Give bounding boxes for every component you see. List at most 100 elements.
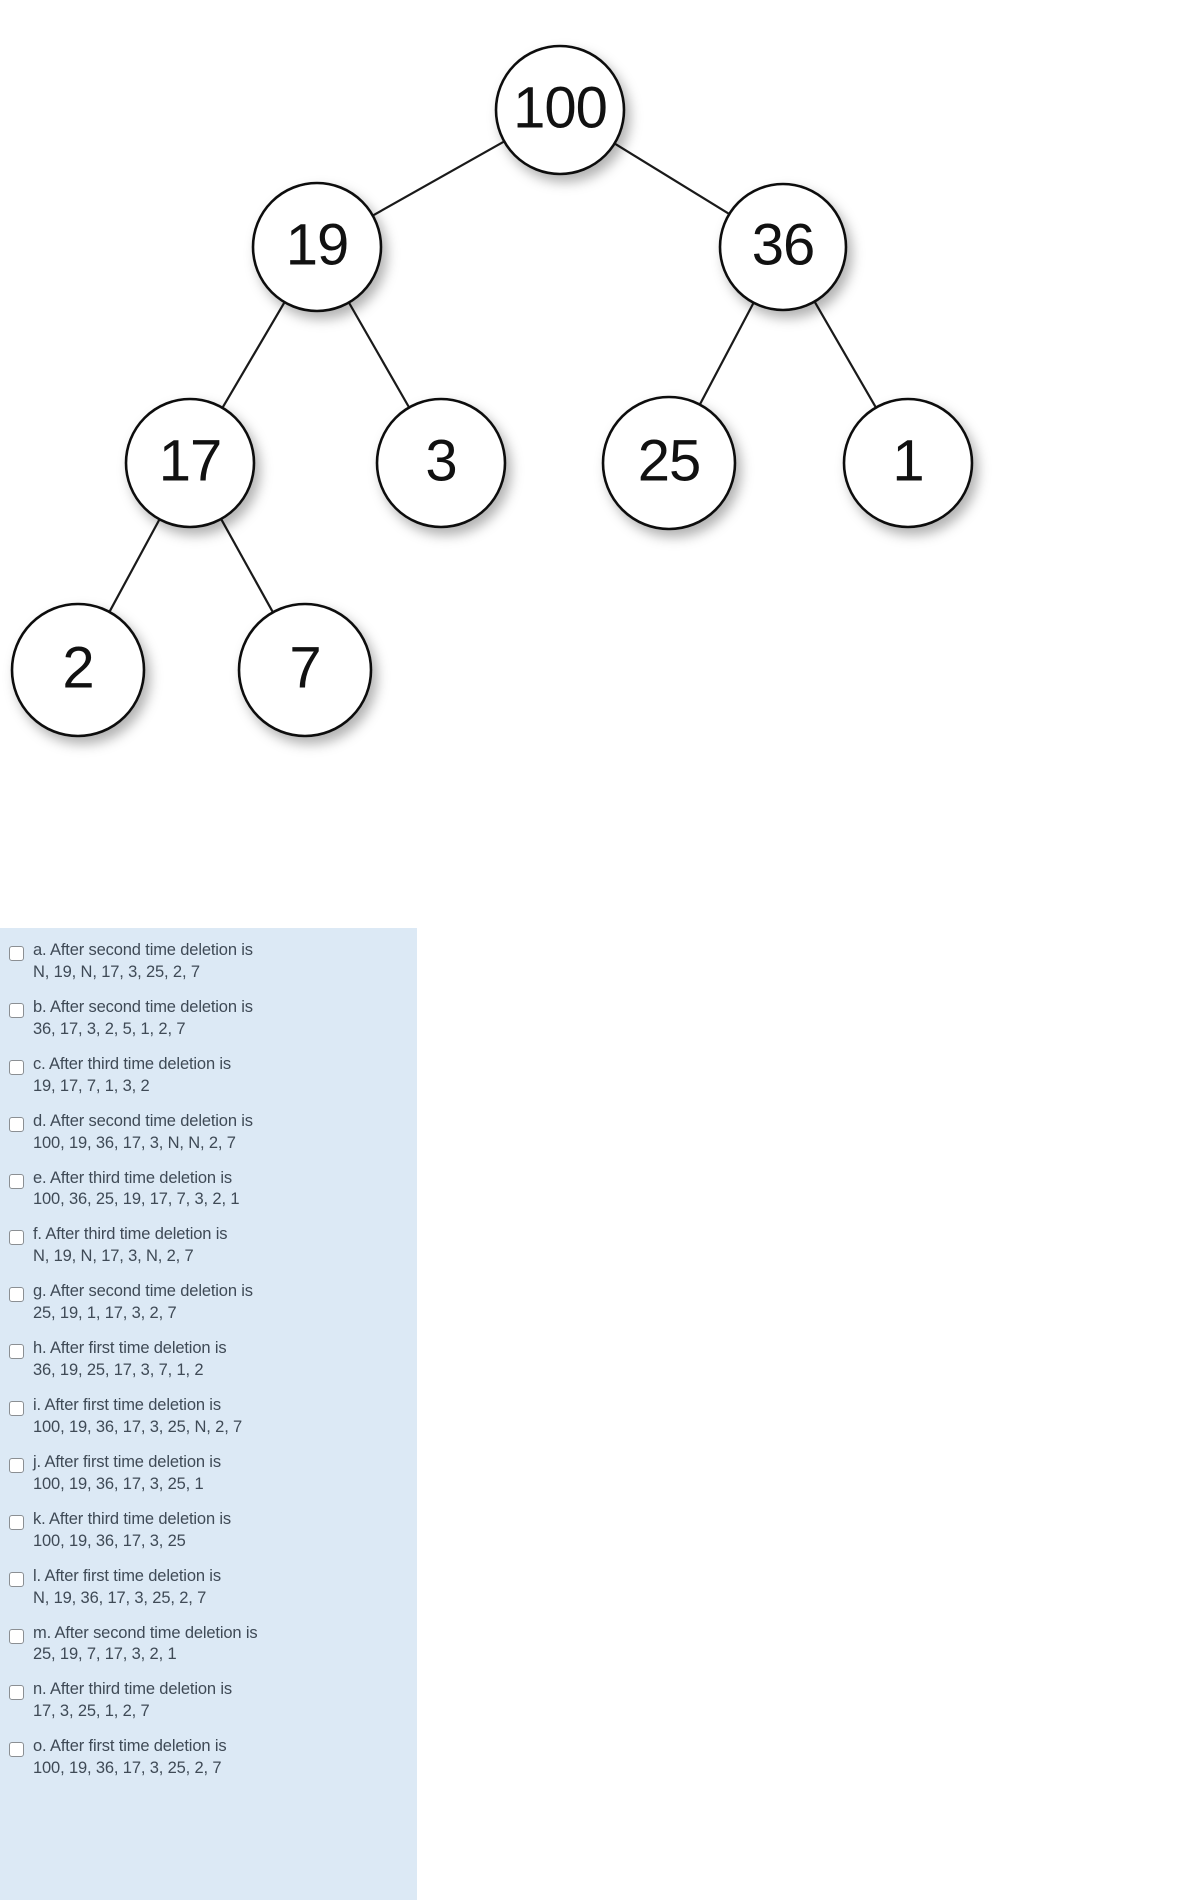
option-label-l: l. After first time deletion is (33, 1566, 221, 1585)
checkbox-option-e[interactable] (9, 1173, 24, 1189)
option-row-e[interactable]: e. After third time deletion is 100, 36, … (0, 1168, 417, 1212)
tree-node-3: 3 (375, 397, 507, 529)
option-label-o: o. After first time deletion is (33, 1737, 227, 1756)
option-label-m: m. After second time deletion is (33, 1623, 258, 1642)
option-row-b[interactable]: b. After second time deletion is 36, 17, … (0, 997, 417, 1041)
option-label-j: j. After first time deletion is (33, 1452, 221, 1471)
option-sequence-k: 100, 19, 36, 17, 3, 25 (33, 1531, 186, 1550)
tree-edge-17-2 (107, 517, 161, 614)
option-sequence-f: N, 19, N, 17, 3, N, 2, 7 (33, 1247, 194, 1266)
checkbox-option-m[interactable] (9, 1628, 24, 1644)
option-sequence-g: 25, 19, 1, 17, 3, 2, 7 (33, 1304, 177, 1323)
option-row-c[interactable]: c. After third time deletion is 19, 17, 7… (0, 1054, 417, 1098)
option-text-d: d. After second time deletion is 100, 19,… (33, 1111, 407, 1155)
tree-node-label: 25 (638, 428, 701, 493)
option-sequence-b: 36, 17, 3, 2, 5, 1, 2, 7 (33, 1019, 186, 1038)
option-text-g: g. After second time deletion is 25, 19, … (33, 1281, 407, 1325)
binary-tree-svg: 100 19 36 17 3 25 1 2 7 (10, 44, 974, 738)
checkbox-option-b[interactable] (9, 1002, 24, 1018)
option-sequence-m: 25, 19, 7, 17, 3, 2, 1 (33, 1645, 177, 1664)
checkbox-option-k[interactable] (9, 1514, 24, 1530)
option-label-d: d. After second time deletion is (33, 1111, 253, 1130)
checkbox-option-a[interactable] (9, 946, 24, 961)
option-sequence-o: 100, 19, 36, 17, 3, 25, 2, 7 (33, 1759, 222, 1778)
option-row-a[interactable]: a. After second time deletion is N, 19, N… (0, 940, 417, 984)
tree-edge-19-3 (347, 301, 411, 409)
tree-node-7: 7 (237, 602, 373, 738)
tree-edge-19-17 (220, 300, 287, 410)
tree-edge-36-25 (698, 301, 756, 407)
answer-options-panel: a. After second time deletion is N, 19, N… (0, 928, 417, 1900)
option-row-n[interactable]: n. After third time deletion is 17, 3, 25… (0, 1679, 417, 1723)
tree-node-label: 3 (425, 428, 456, 493)
option-sequence-a: N, 19, N, 17, 3, 25, 2, 7 (33, 962, 200, 981)
checkbox-option-d[interactable] (9, 1116, 24, 1132)
tree-node-25: 25 (601, 395, 737, 531)
option-label-c: c. After third time deletion is (33, 1054, 232, 1073)
tree-edge-100-36 (613, 142, 731, 216)
tree-node-17: 17 (124, 397, 256, 529)
tree-node-1: 1 (842, 397, 974, 529)
checkbox-option-c[interactable] (9, 1059, 24, 1075)
option-sequence-i: 100, 19, 36, 17, 3, 25, N, 2, 7 (33, 1417, 243, 1436)
option-row-l[interactable]: l. After first time deletion is N, 19, 36… (0, 1566, 417, 1610)
tree-node-label: 100 (513, 75, 607, 140)
checkbox-option-g[interactable] (9, 1287, 24, 1303)
tree-node-label: 19 (286, 212, 349, 277)
option-row-m[interactable]: m. After second time deletion is 25, 19, … (0, 1623, 417, 1667)
tree-node-label: 2 (62, 635, 93, 700)
option-label-a: a. After second time deletion is (33, 941, 253, 959)
tree-edge-100-19 (371, 139, 506, 218)
option-sequence-l: N, 19, 36, 17, 3, 25, 2, 7 (33, 1588, 207, 1607)
checkbox-option-n[interactable] (9, 1685, 24, 1701)
option-text-h: h. After first time deletion is 36, 19, 2… (33, 1338, 407, 1382)
option-row-k[interactable]: k. After third time deletion is 100, 19, … (0, 1509, 417, 1553)
option-sequence-e: 100, 36, 25, 19, 17, 7, 3, 2, 1 (33, 1190, 240, 1209)
option-text-j: j. After first time deletion is 100, 19, … (33, 1452, 407, 1496)
option-sequence-n: 17, 3, 25, 1, 2, 7 (33, 1702, 150, 1721)
option-text-a: a. After second time deletion is N, 19, N… (33, 940, 407, 984)
option-sequence-j: 100, 19, 36, 17, 3, 25, 1 (33, 1474, 204, 1493)
option-row-f[interactable]: f. After third time deletion is N, 19, N,… (0, 1224, 417, 1268)
option-row-h[interactable]: h. After first time deletion is 36, 19, 2… (0, 1338, 417, 1382)
option-row-o[interactable]: o. After first time deletion is 100, 19, … (0, 1736, 417, 1780)
option-text-f: f. After third time deletion is N, 19, N,… (33, 1224, 407, 1268)
option-label-i: i. After first time deletion is (33, 1396, 221, 1414)
checkbox-option-h[interactable] (9, 1344, 24, 1360)
option-text-l: l. After first time deletion is N, 19, 36… (33, 1566, 407, 1610)
tree-node-36: 36 (718, 182, 848, 312)
option-row-d[interactable]: d. After second time deletion is 100, 19,… (0, 1111, 417, 1155)
checkbox-option-l[interactable] (9, 1571, 24, 1587)
option-text-k: k. After third time deletion is 100, 19, … (33, 1509, 407, 1553)
option-text-b: b. After second time deletion is 36, 17, … (33, 997, 407, 1041)
option-sequence-d: 100, 19, 36, 17, 3, N, N, 2, 7 (33, 1133, 236, 1152)
checkbox-option-i[interactable] (9, 1401, 24, 1416)
option-label-n: n. After third time deletion is (33, 1680, 232, 1699)
option-label-b: b. After second time deletion is (33, 997, 253, 1016)
option-label-g: g. After second time deletion is (33, 1282, 253, 1301)
binary-tree-diagram: 100 19 36 17 3 25 1 2 7 (0, 0, 1200, 928)
tree-node-100: 100 (494, 44, 626, 176)
option-label-k: k. After third time deletion is (33, 1509, 232, 1528)
option-text-i: i. After first time deletion is 100, 19, … (33, 1395, 407, 1439)
option-row-i[interactable]: i. After first time deletion is 100, 19, … (0, 1395, 417, 1439)
option-sequence-c: 19, 17, 7, 1, 3, 2 (33, 1076, 150, 1095)
tree-node-label: 7 (289, 635, 320, 700)
checkbox-option-o[interactable] (9, 1742, 24, 1758)
tree-node-label: 36 (752, 212, 815, 277)
option-text-o: o. After first time deletion is 100, 19, … (33, 1736, 407, 1780)
tree-edge-17-7 (219, 517, 275, 614)
option-row-j[interactable]: j. After first time deletion is 100, 19, … (0, 1452, 417, 1496)
option-label-h: h. After first time deletion is (33, 1339, 227, 1358)
tree-node-label: 17 (159, 428, 222, 493)
option-sequence-h: 36, 19, 25, 17, 3, 7, 1, 2 (33, 1361, 204, 1380)
option-text-n: n. After third time deletion is 17, 3, 25… (33, 1679, 407, 1723)
checkbox-option-f[interactable] (9, 1230, 24, 1246)
option-label-f: f. After third time deletion is (33, 1225, 228, 1244)
checkbox-option-j[interactable] (9, 1457, 24, 1473)
answer-options-list: a. After second time deletion is N, 19, N… (0, 940, 417, 1780)
tree-edge-36-1 (813, 300, 878, 410)
tree-node-2: 2 (10, 602, 146, 738)
option-text-c: c. After third time deletion is 19, 17, 7… (33, 1054, 407, 1098)
option-row-g[interactable]: g. After second time deletion is 25, 19, … (0, 1281, 417, 1325)
